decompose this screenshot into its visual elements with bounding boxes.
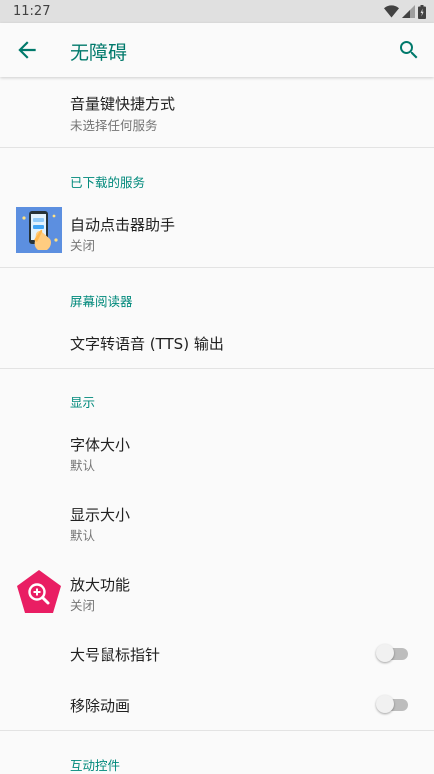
display-size-item[interactable]: 显示大小 默认 [0,490,434,558]
remove-animation-switch[interactable] [376,695,410,713]
switch-thumb [376,695,394,713]
status-icons [384,4,426,19]
display-size-title: 显示大小 [70,506,131,524]
magnification-summary: 关闭 [70,598,96,613]
status-time: 11:27 [13,4,51,19]
tts-output-title: 文字转语音 (TTS) 输出 [70,335,224,353]
magnification-item[interactable]: 放大功能 关闭 [0,560,434,628]
auto-clicker-item[interactable]: 自动点击器助手 关闭 [0,198,434,266]
page-title: 无障碍 [70,42,128,64]
remove-animation-item[interactable]: 移除动画 [0,681,434,729]
font-size-item[interactable]: 字体大小 默认 [0,420,434,488]
volume-shortcut-title: 音量键快捷方式 [70,95,176,113]
font-size-title: 字体大小 [70,436,131,454]
signal-icon [402,5,415,18]
font-size-summary: 默认 [70,458,96,473]
arrow-back-icon[interactable] [14,37,40,63]
magnify-icon [17,570,61,613]
section-interaction: 互动控件 [70,758,121,773]
auto-clicker-app-icon [16,207,62,253]
volume-shortcut-item[interactable]: 音量键快捷方式 未选择任何服务 [0,78,434,147]
display-size-summary: 默认 [70,528,96,543]
battery-icon [418,4,426,19]
divider [0,368,434,369]
magnification-title: 放大功能 [70,576,131,594]
remove-animation-title: 移除动画 [70,697,131,715]
volume-shortcut-summary: 未选择任何服务 [70,118,158,133]
large-pointer-title: 大号鼠标指针 [70,646,161,664]
search-icon[interactable] [397,38,421,62]
status-bar: 11:27 [0,0,434,23]
large-pointer-switch[interactable] [376,644,410,662]
section-downloaded: 已下载的服务 [70,175,146,190]
wifi-icon [384,5,399,18]
divider [0,730,434,731]
auto-clicker-title: 自动点击器助手 [70,216,176,234]
divider [0,267,434,268]
large-pointer-item[interactable]: 大号鼠标指针 [0,630,434,680]
section-display: 显示 [70,395,96,410]
section-screen-reader: 屏幕阅读器 [70,294,133,309]
divider [0,147,434,148]
switch-thumb [376,644,394,662]
app-bar: 无障碍 [0,23,434,77]
tts-output-item[interactable]: 文字转语音 (TTS) 输出 [0,318,434,368]
auto-clicker-summary: 关闭 [70,238,96,253]
